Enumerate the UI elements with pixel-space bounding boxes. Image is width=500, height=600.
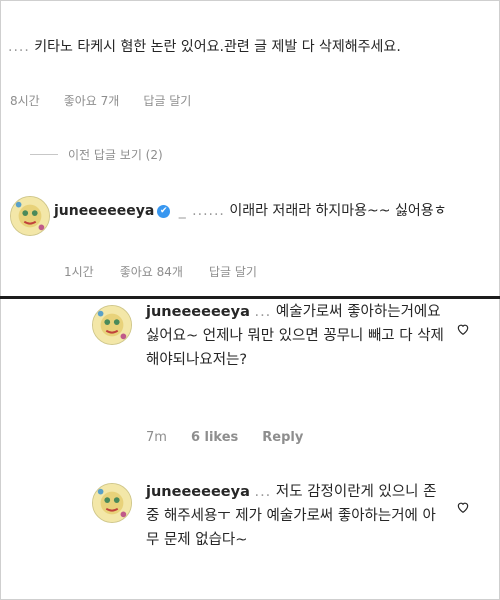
view-previous-label[interactable]: 이전 답글 보기 (2) <box>68 146 163 163</box>
likes-count[interactable]: 6 likes <box>191 430 238 445</box>
reply-comment-meta: 1시간 좋아요 84개 답글 달기 <box>64 263 257 280</box>
reply-button[interactable]: 답글 달기 <box>143 92 191 109</box>
reply-button[interactable]: 답글 달기 <box>209 263 257 280</box>
panel-divider <box>0 296 500 299</box>
masked-username: .... <box>8 39 30 55</box>
avatar[interactable] <box>10 196 50 236</box>
username[interactable]: juneeeeeeya <box>146 484 250 500</box>
likes-count[interactable]: 좋아요 84개 <box>120 263 183 280</box>
parent-comment-meta: 8시간 좋아요 7개 답글 달기 <box>10 92 191 109</box>
masked-mention: ... <box>254 484 272 500</box>
likes-count[interactable]: 좋아요 7개 <box>64 92 120 109</box>
comment: juneeeeeeya ... 예술가로써 좋아하는거에요 싫어요~ 언제나 뭐… <box>146 300 446 372</box>
avatar[interactable] <box>92 483 132 523</box>
comment-time: 1시간 <box>64 265 94 279</box>
reply-text: 이래라 저래라 하지마용~~ 싫어용ㅎ <box>229 203 447 219</box>
heart-icon[interactable] <box>456 322 470 336</box>
parent-comment-text: 키타노 타케시 혐한 논란 있어요.관련 글 제발 다 삭제해주세요. <box>34 39 401 55</box>
reply-button[interactable]: Reply <box>262 430 303 445</box>
heart-icon[interactable] <box>456 500 470 514</box>
divider-line <box>30 154 58 155</box>
masked-mention: _ ...... <box>178 203 225 219</box>
verified-badge-icon: ✔ <box>157 204 171 218</box>
parent-comment: .... 키타노 타케시 혐한 논란 있어요.관련 글 제발 다 삭제해주세요. <box>8 35 492 59</box>
masked-mention: ... <box>254 304 272 320</box>
comment-meta: 7m 6 likes Reply <box>146 430 303 445</box>
username[interactable]: juneeeeeeya <box>146 304 250 320</box>
username[interactable]: juneeeeeeya <box>54 203 154 219</box>
avatar[interactable] <box>92 305 132 345</box>
view-previous-replies[interactable]: 이전 답글 보기 (2) <box>30 146 163 163</box>
reply-comment: juneeeeeeya ✔ _ ...... 이래라 저래라 하지마용~~ 싫어용… <box>54 199 494 223</box>
comment-time: 8시간 <box>10 94 40 108</box>
comment: juneeeeeeya ... 저도 감정이란게 있으니 존중 해주세용ㅜ 제가… <box>146 480 446 552</box>
comment-time: 7m <box>146 430 167 445</box>
